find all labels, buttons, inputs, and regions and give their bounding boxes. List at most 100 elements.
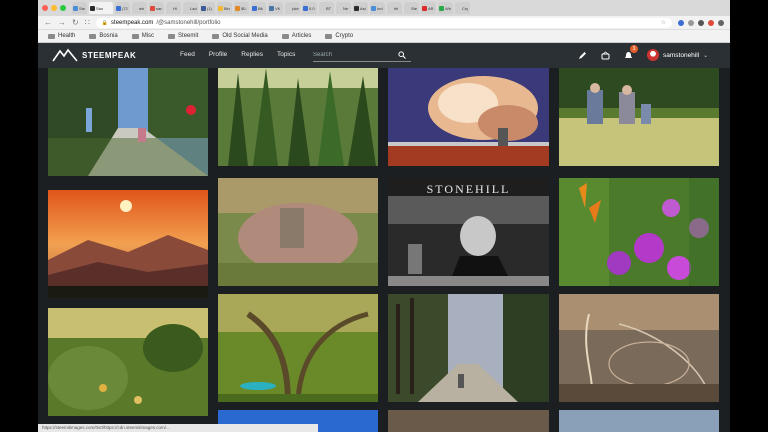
tab-favicon-icon xyxy=(320,5,325,11)
bookmark-label: Misc xyxy=(141,33,155,39)
photo-tile-forest-path[interactable] xyxy=(388,294,549,402)
photo-tile-forest-road[interactable] xyxy=(48,68,208,176)
browser-tab[interactable]: Bin xyxy=(217,2,232,14)
forward-arrow-icon[interactable]: → xyxy=(58,18,66,27)
maximize-window-icon[interactable] xyxy=(60,5,66,11)
tab-favicon-icon xyxy=(150,5,155,11)
photo-tile-sunset-valley[interactable] xyxy=(48,190,208,298)
bookmark-folder[interactable]: Steemit xyxy=(168,33,198,39)
bookmark-folder[interactable]: Crypto xyxy=(325,33,353,39)
browser-tab[interactable]: htt xyxy=(387,2,402,14)
browser-tab[interactable]: BT xyxy=(319,2,334,14)
browser-tab[interactable]: 0.0 xyxy=(302,2,317,14)
photo-tile-storm-cloud[interactable] xyxy=(388,68,549,166)
photo-tile-partial[interactable] xyxy=(388,410,549,432)
tab-favicon-icon xyxy=(184,5,189,11)
reload-icon[interactable]: ↻ xyxy=(72,18,79,27)
tab-favicon-icon xyxy=(422,5,427,11)
tab-label: Ne xyxy=(343,5,349,11)
folder-icon xyxy=(325,33,333,39)
browser-tab[interactable]: (ste xyxy=(285,2,300,14)
browser-tab[interactable]: san xyxy=(149,2,164,14)
minimize-window-icon[interactable] xyxy=(51,5,57,11)
extension-icon[interactable] xyxy=(678,19,684,26)
browser-tab[interactable]: Ne xyxy=(336,2,351,14)
browser-tab[interactable]: (72 xyxy=(115,2,130,14)
bookmark-folder[interactable]: Articles xyxy=(281,33,311,39)
photo-tile-family-meadow[interactable] xyxy=(559,68,719,166)
window-controls[interactable] xyxy=(42,5,66,11)
tab-favicon-icon xyxy=(235,5,240,11)
tab-label: (ste xyxy=(292,5,299,11)
folder-icon xyxy=(212,33,220,39)
tab-favicon-icon xyxy=(73,5,78,11)
url-field[interactable]: 🔒 steempeak.com/@samstonehill/portfolio … xyxy=(95,17,672,28)
browser-tab[interactable]: Ste xyxy=(404,2,419,14)
user-menu[interactable]: samstonehill ⌄ xyxy=(647,49,708,61)
url-host: steempeak.com xyxy=(111,19,154,26)
extension-icon[interactable] xyxy=(688,19,694,26)
search-input[interactable] xyxy=(313,51,398,58)
browser-tab-bar: Ste San (72 wh san Hi Lad (1) Bin $0. Bit VK (ste 0.0… xyxy=(38,0,730,16)
nav-link-topics[interactable]: Topics xyxy=(277,51,295,58)
bookmark-folder[interactable]: Health xyxy=(48,33,75,39)
browser-tab[interactable]: (1) xyxy=(200,2,215,14)
extension-icon[interactable] xyxy=(708,19,714,26)
extension-icon[interactable] xyxy=(698,19,704,26)
photo-overlay-title: STONEHILL xyxy=(426,182,511,196)
browser-tab[interactable]: San xyxy=(89,2,113,14)
browser-tab[interactable]: VK xyxy=(268,2,283,14)
search-icon[interactable] xyxy=(398,50,406,59)
browser-tab[interactable]: Ast xyxy=(353,2,368,14)
browser-tab[interactable]: Ste xyxy=(72,2,87,14)
header-actions: samstonehill ⌄ xyxy=(578,49,708,61)
apps-icon[interactable]: ∷ xyxy=(85,18,90,27)
nav-link-feed[interactable]: Feed xyxy=(180,51,195,58)
close-window-icon[interactable] xyxy=(42,5,48,11)
nav-link-profile[interactable]: Profile xyxy=(209,51,227,58)
tab-favicon-icon xyxy=(90,5,95,11)
site-logo[interactable]: STEEMPEAK xyxy=(52,48,136,62)
tab-favicon-icon xyxy=(371,5,376,11)
tab-label: Hi xyxy=(173,5,177,11)
menu-dots-icon[interactable] xyxy=(718,19,724,26)
photo-tile-pine-trees[interactable] xyxy=(218,68,378,166)
browser-tab[interactable]: Wh xyxy=(438,2,453,14)
tab-favicon-icon xyxy=(218,5,223,11)
browser-tab[interactable]: $0. xyxy=(234,2,249,14)
browser-tab[interactable]: wh xyxy=(132,2,147,14)
pencil-icon[interactable] xyxy=(578,51,587,60)
photo-tile-stonehill-portrait[interactable]: STONEHILL xyxy=(388,178,549,286)
browser-tab[interactable]: Lad xyxy=(183,2,198,14)
bookmark-label: Health xyxy=(58,33,76,39)
browser-status-url: https://steemitimages.com/0x0/https://cd… xyxy=(38,424,318,432)
photo-tile-partial[interactable] xyxy=(559,410,719,432)
tab-label: Lad xyxy=(190,5,197,11)
tab-label: BT xyxy=(326,5,332,11)
browser-tab[interactable]: Bit xyxy=(251,2,266,14)
photo-tile-hammock-tree[interactable] xyxy=(218,294,378,402)
bookmark-folder[interactable]: Old Social Media xyxy=(212,33,268,39)
nav-link-replies[interactable]: Replies xyxy=(241,51,263,58)
folder-icon xyxy=(281,33,289,39)
url-path: /@samstonehill/portfolio xyxy=(156,19,221,26)
bookmark-folder[interactable]: Misc xyxy=(131,33,155,39)
tab-label: AR xyxy=(428,5,434,11)
browser-tab[interactable]: Hi xyxy=(166,2,181,14)
browser-tab[interactable]: Cry xyxy=(455,2,470,14)
photo-tile-purple-flowers[interactable] xyxy=(559,178,719,286)
browser-tab[interactable]: Ind xyxy=(370,2,385,14)
photo-tile-tree-stump[interactable] xyxy=(218,178,378,286)
photo-tile-garden[interactable] xyxy=(48,308,208,416)
bookmark-folder[interactable]: Bosnia xyxy=(89,33,118,39)
search-box[interactable] xyxy=(313,48,411,62)
wallet-icon[interactable] xyxy=(601,50,610,60)
folder-icon xyxy=(89,33,97,39)
tab-label: (72 xyxy=(122,5,128,11)
tab-favicon-icon xyxy=(354,5,359,11)
back-arrow-icon[interactable]: ← xyxy=(44,18,52,27)
browser-tab[interactable]: AR xyxy=(421,2,436,14)
lock-icon: 🔒 xyxy=(101,19,109,26)
bookmark-star-icon[interactable]: ☆ xyxy=(661,19,666,26)
photo-tile-rope-sculpture[interactable] xyxy=(559,294,719,402)
